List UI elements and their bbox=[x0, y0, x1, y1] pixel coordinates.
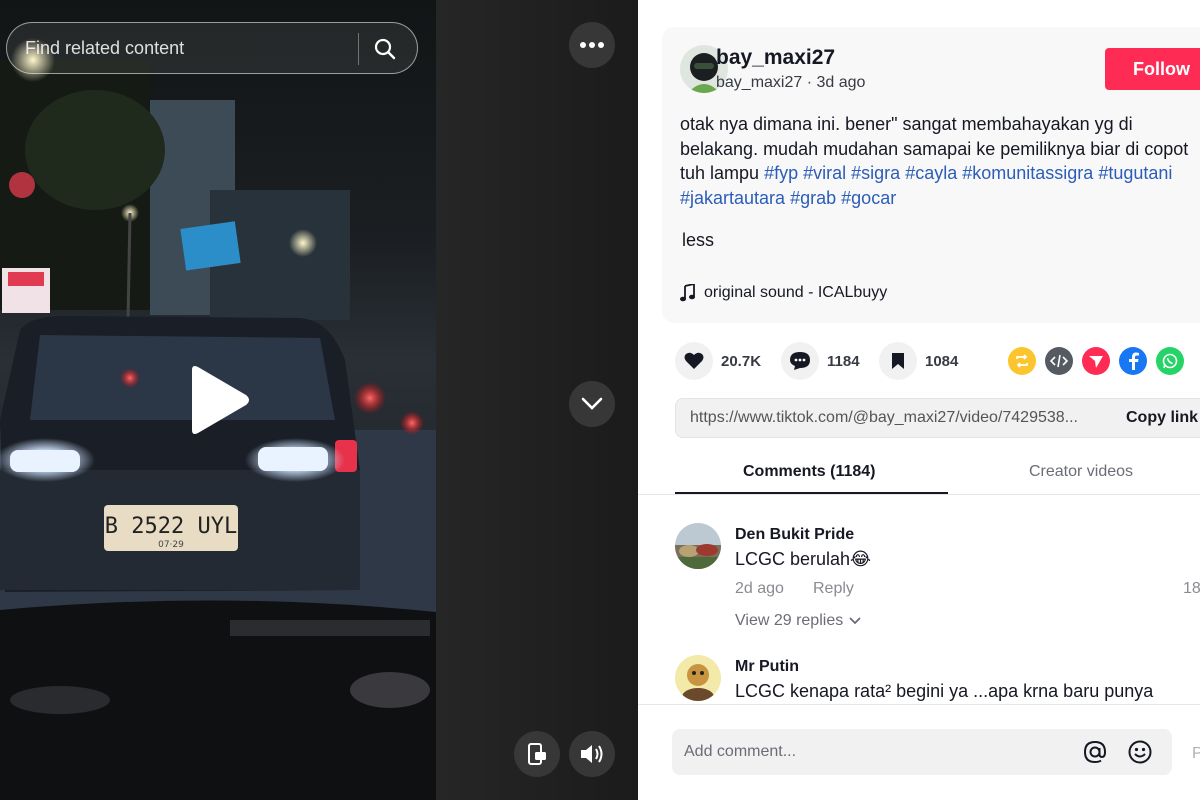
comment-count: 1184 bbox=[827, 352, 860, 370]
hashtag-link[interactable]: #komunitassigra bbox=[962, 163, 1093, 183]
video-player[interactable]: B 2522 UYL 07·29 Find related content bbox=[0, 0, 436, 800]
reply-button[interactable]: Reply bbox=[813, 580, 854, 598]
comment-like-count: 18 bbox=[1183, 580, 1200, 597]
chevron-down-icon bbox=[581, 397, 603, 410]
like-count: 20.7K bbox=[721, 352, 762, 370]
commenter-name[interactable]: Den Bukit Pride bbox=[735, 526, 854, 544]
less-button[interactable]: less bbox=[682, 230, 714, 251]
embed-icon[interactable] bbox=[1045, 347, 1073, 375]
post-caption: otak nya dimana ini. bener" sangat memba… bbox=[680, 112, 1200, 210]
hashtag-link[interactable]: #grab bbox=[790, 188, 836, 208]
next-video-button[interactable] bbox=[569, 381, 615, 427]
hashtag-link[interactable]: #sigra bbox=[851, 163, 900, 183]
comment-text: LCGC kenapa rata² begini ya ...apa krna … bbox=[735, 681, 1154, 701]
bookmark-icon bbox=[879, 342, 917, 380]
volume-button[interactable] bbox=[569, 731, 615, 777]
meta-separator: · bbox=[806, 74, 817, 91]
comment-composer: Add comment... P bbox=[638, 704, 1200, 800]
music-note-icon bbox=[680, 284, 695, 302]
search-icon[interactable] bbox=[373, 37, 397, 61]
add-comment-placeholder: Add comment... bbox=[684, 743, 797, 760]
emoji-icon[interactable] bbox=[1127, 739, 1153, 765]
post-date: 3d ago bbox=[816, 74, 866, 91]
hashtag-link[interactable]: #viral bbox=[803, 163, 846, 183]
commenter-avatar[interactable] bbox=[675, 523, 721, 569]
license-plate-sub: 07·29 bbox=[158, 540, 184, 550]
comment-action[interactable]: 1184 bbox=[781, 342, 860, 380]
related-search-placeholder: Find related content bbox=[25, 38, 185, 58]
view-replies-label: View 29 replies bbox=[735, 612, 844, 629]
hashtag-link[interactable]: #jakartautara bbox=[680, 188, 785, 208]
app-root: B 2522 UYL 07·29 Find related content ba… bbox=[0, 0, 1200, 800]
hashtag-link[interactable]: #tugutani bbox=[1098, 163, 1172, 183]
add-comment-input[interactable]: Add comment... bbox=[672, 729, 1172, 775]
post-comment-button[interactable]: P bbox=[1192, 745, 1200, 763]
view-replies-button[interactable]: View 29 replies bbox=[735, 612, 861, 630]
author-handle-line: bay_maxi27 · 3d ago bbox=[716, 74, 865, 92]
license-plate-text: B 2522 UYL bbox=[105, 514, 237, 539]
comment-text: LCGC berulah😂 bbox=[735, 549, 872, 569]
save-count: 1084 bbox=[925, 352, 959, 370]
chevron-down-icon bbox=[849, 617, 861, 625]
hashtag-link[interactable]: #cayla bbox=[905, 163, 957, 183]
facebook-icon[interactable] bbox=[1119, 347, 1147, 375]
author-handle[interactable]: bay_maxi27 bbox=[716, 74, 802, 91]
share-link-row: https://www.tiktok.com/@bay_maxi27/video… bbox=[675, 398, 1200, 438]
tab-comments[interactable]: Comments (1184) bbox=[743, 463, 876, 481]
sound-link[interactable]: original sound - ICALbuyy bbox=[680, 284, 887, 302]
copy-link-button[interactable]: Copy link bbox=[1126, 409, 1198, 427]
save-action[interactable]: 1084 bbox=[879, 342, 958, 380]
hashtag-link[interactable]: #gocar bbox=[841, 188, 896, 208]
rotate-screen-button[interactable] bbox=[514, 731, 560, 777]
whatsapp-icon[interactable] bbox=[1156, 347, 1184, 375]
play-icon[interactable] bbox=[186, 364, 250, 436]
video-url[interactable]: https://www.tiktok.com/@bay_maxi27/video… bbox=[690, 409, 1078, 427]
commenter-name[interactable]: Mr Putin bbox=[735, 658, 799, 676]
hashtag-link[interactable]: #fyp bbox=[764, 163, 798, 183]
heart-icon bbox=[675, 342, 713, 380]
more-options-button[interactable] bbox=[569, 22, 615, 68]
send-icon[interactable] bbox=[1082, 347, 1110, 375]
author-username[interactable]: bay_maxi27 bbox=[716, 46, 835, 70]
repost-icon[interactable] bbox=[1008, 347, 1036, 375]
like-action[interactable]: 20.7K bbox=[675, 342, 761, 380]
search-divider bbox=[358, 33, 359, 65]
follow-button[interactable]: Follow bbox=[1105, 48, 1200, 90]
comment-time: 2d ago bbox=[735, 580, 784, 597]
rotate-screen-icon bbox=[528, 743, 546, 765]
video-panel: B 2522 UYL 07·29 Find related content bbox=[0, 0, 638, 800]
tab-creator-videos[interactable]: Creator videos bbox=[1029, 463, 1133, 481]
related-search-box[interactable]: Find related content bbox=[6, 22, 418, 74]
volume-icon bbox=[581, 745, 603, 763]
mention-icon[interactable] bbox=[1082, 739, 1108, 765]
comment-icon bbox=[781, 342, 819, 380]
tab-divider bbox=[638, 494, 1200, 495]
sound-label: original sound - ICALbuyy bbox=[704, 284, 888, 301]
more-icon bbox=[580, 42, 604, 48]
commenter-avatar[interactable] bbox=[675, 655, 721, 701]
details-panel: bay_maxi27 bay_maxi27 · 3d ago Follow ot… bbox=[638, 0, 1200, 800]
